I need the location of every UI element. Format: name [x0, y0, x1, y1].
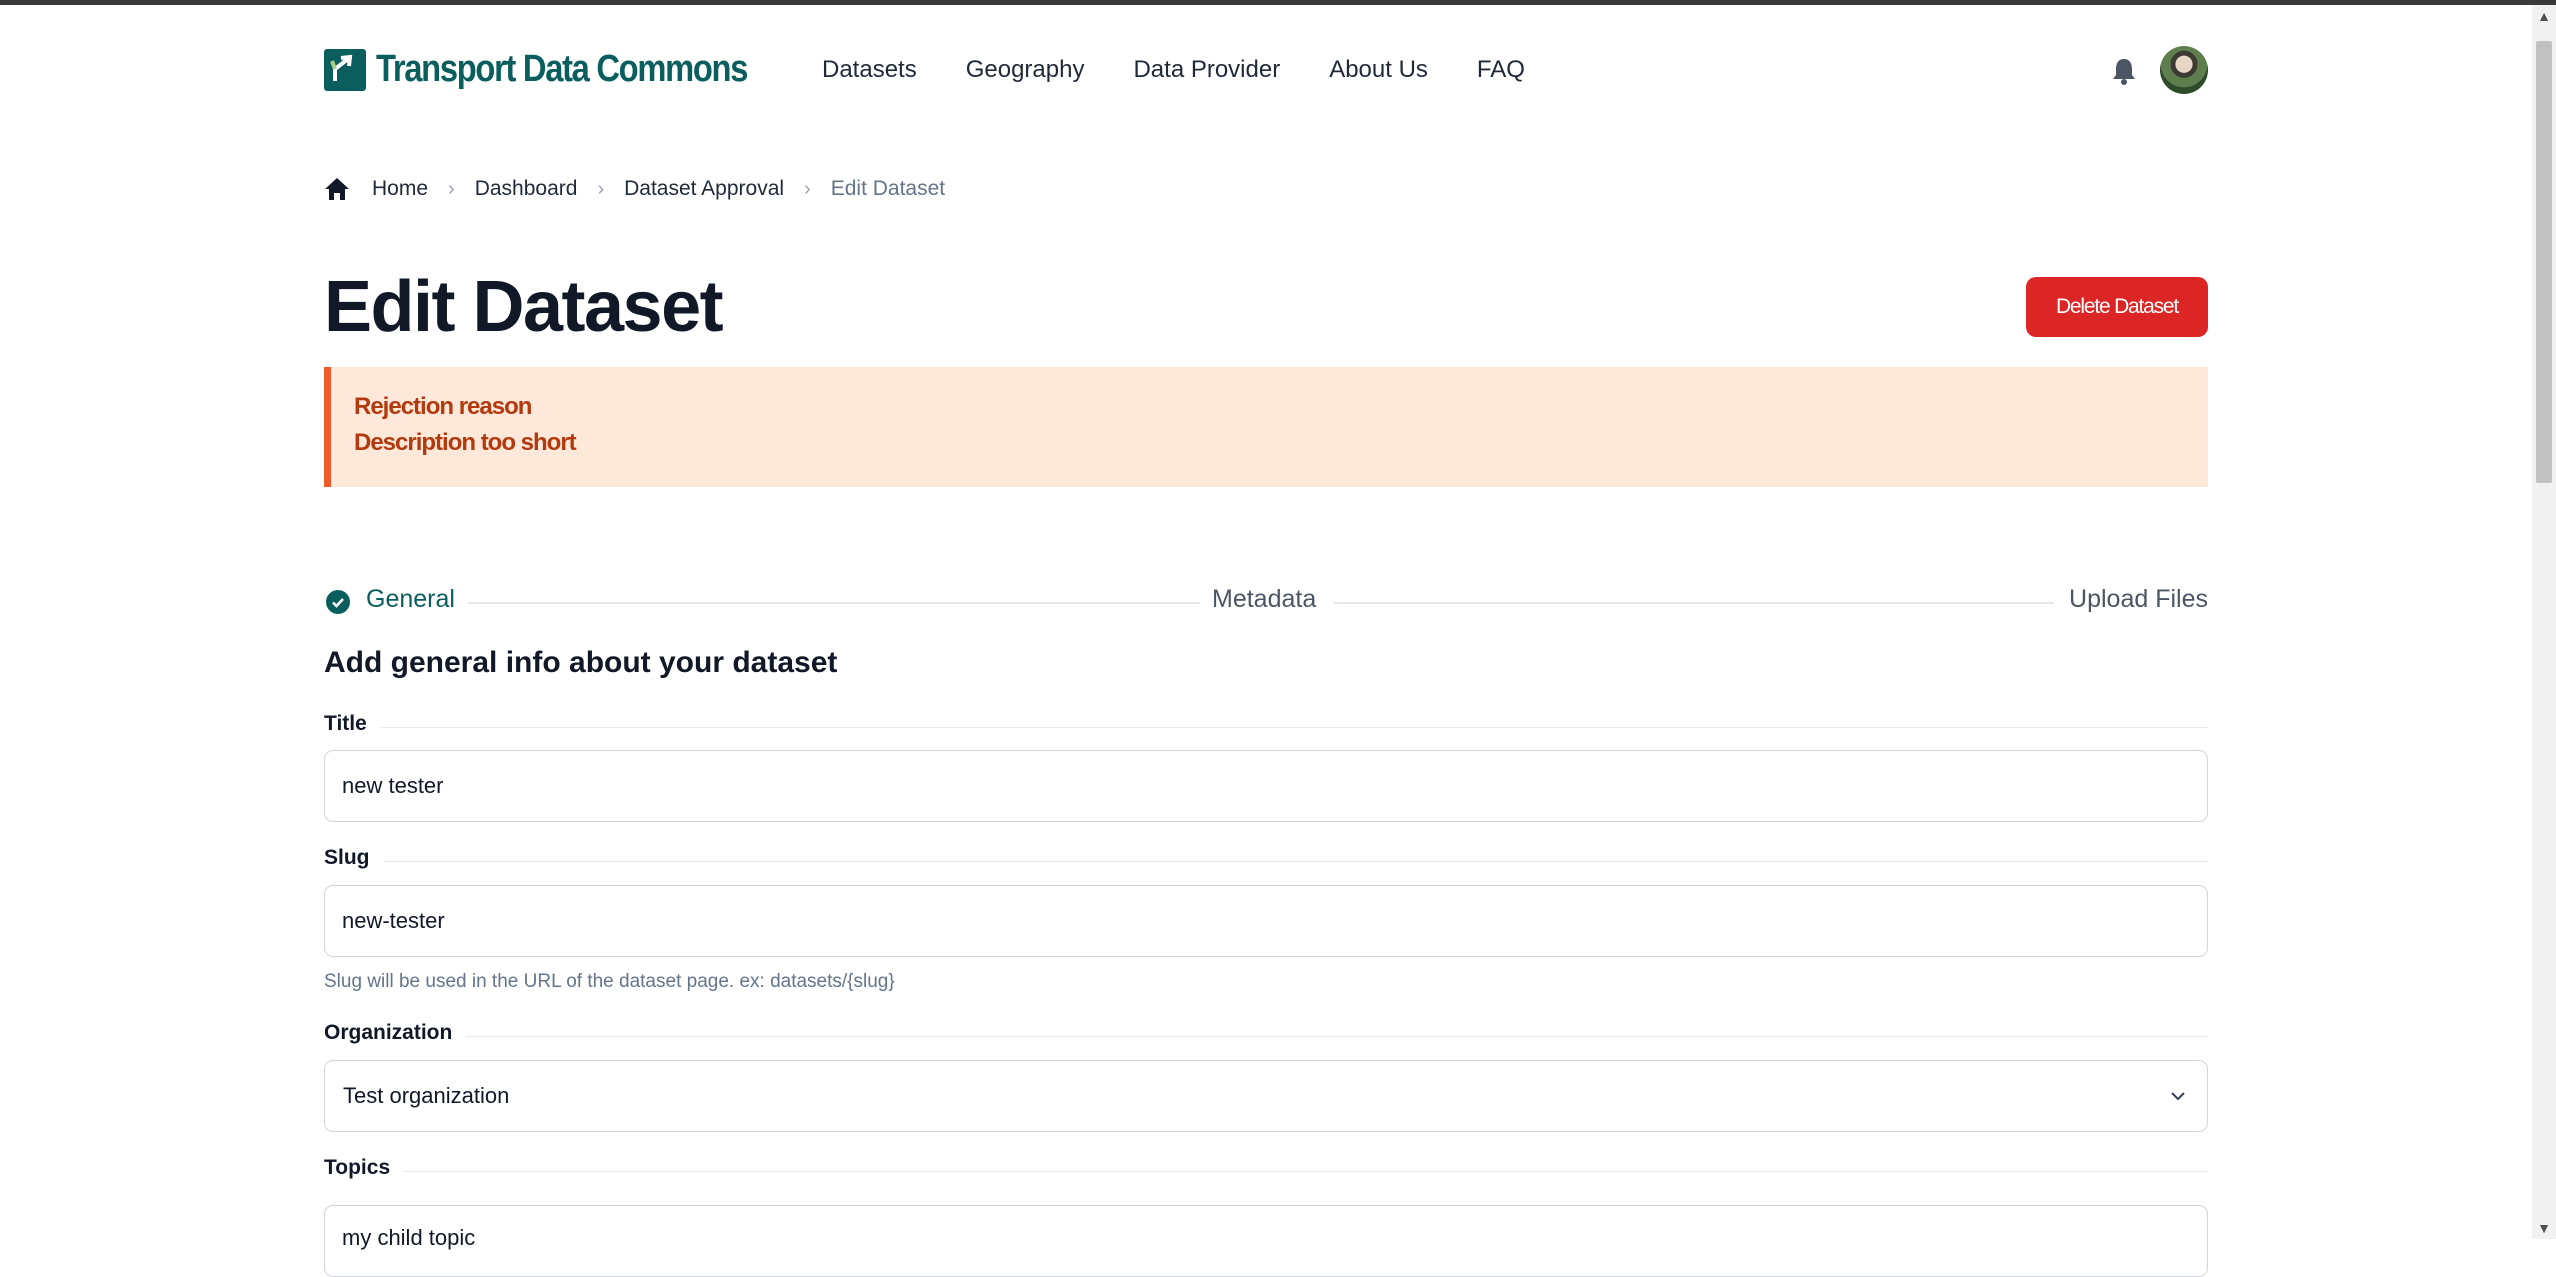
page-title: Edit Dataset [324, 267, 724, 347]
avatar[interactable] [2160, 46, 2208, 94]
brand-logo[interactable]: Transport Data Commons [324, 48, 808, 91]
scroll-down-icon[interactable]: ▼ [2532, 1217, 2556, 1239]
form-stepper: General Metadata Upload Files [324, 582, 2208, 622]
brand-name: Transport Data Commons [376, 48, 748, 90]
nav-data-provider[interactable]: Data Provider [1133, 56, 1280, 84]
chevron-right-icon: › [448, 177, 455, 200]
check-circle-icon [326, 590, 350, 614]
breadcrumb-current: Edit Dataset [830, 177, 946, 200]
organization-value: Test organization [343, 1083, 510, 1108]
nav-datasets[interactable]: Datasets [822, 56, 917, 84]
scrollbar-thumb[interactable] [2536, 41, 2552, 483]
chevron-down-icon [2171, 1092, 2185, 1101]
step-connector [468, 602, 1200, 604]
scrollbar[interactable]: ▲ ▼ [2532, 5, 2556, 1239]
nav-geography[interactable]: Geography [966, 56, 1085, 84]
topics-label: Topics [324, 1156, 405, 1180]
rejection-alert: Rejection reason Description too short [324, 367, 2208, 487]
title-label: Title [324, 712, 381, 736]
chevron-right-icon: › [804, 177, 811, 200]
organization-label: Organization [324, 1021, 467, 1045]
breadcrumb-dashboard[interactable]: Dashboard [475, 177, 578, 201]
main-nav: Datasets Geography Data Provider About U… [822, 56, 1525, 84]
title-input[interactable] [324, 750, 2208, 822]
alert-title: Rejection reason [354, 393, 532, 420]
label-divider [324, 1036, 2208, 1037]
label-divider [324, 1171, 2208, 1172]
nav-faq[interactable]: FAQ [1477, 56, 1525, 84]
chevron-right-icon: › [597, 177, 605, 200]
alert-message: Description too short [354, 429, 577, 456]
nav-about-us[interactable]: About Us [1329, 56, 1428, 84]
topics-value: my child topic [342, 1225, 476, 1250]
site-header: Transport Data Commons Datasets Geograph… [324, 46, 2208, 96]
step-upload-files[interactable]: Upload Files [2069, 585, 2208, 614]
scroll-up-icon[interactable]: ▲ [2532, 5, 2556, 27]
breadcrumb: Home › Dashboard › Dataset Approval › Ed… [324, 176, 945, 202]
home-icon[interactable] [324, 176, 350, 202]
label-divider [324, 861, 2208, 862]
section-heading: Add general info about your dataset [324, 646, 838, 679]
step-metadata[interactable]: Metadata [1212, 585, 1316, 614]
breadcrumb-dataset-approval[interactable]: Dataset Approval [624, 177, 784, 201]
step-connector [1334, 602, 2054, 604]
logo-mark-icon [324, 48, 366, 91]
window-top-edge [0, 0, 2556, 5]
label-divider [324, 727, 2208, 728]
delete-dataset-button[interactable]: Delete Dataset [2026, 277, 2208, 337]
step-general[interactable]: General [366, 585, 455, 614]
organization-select[interactable]: Test organization [324, 1060, 2208, 1132]
slug-label: Slug [324, 846, 384, 870]
slug-input[interactable] [324, 885, 2208, 957]
breadcrumb-home[interactable]: Home [372, 177, 428, 201]
topics-input[interactable]: my child topic [324, 1205, 2208, 1277]
slug-hint: Slug will be used in the URL of the data… [324, 971, 895, 992]
bell-icon[interactable] [2110, 56, 2138, 86]
